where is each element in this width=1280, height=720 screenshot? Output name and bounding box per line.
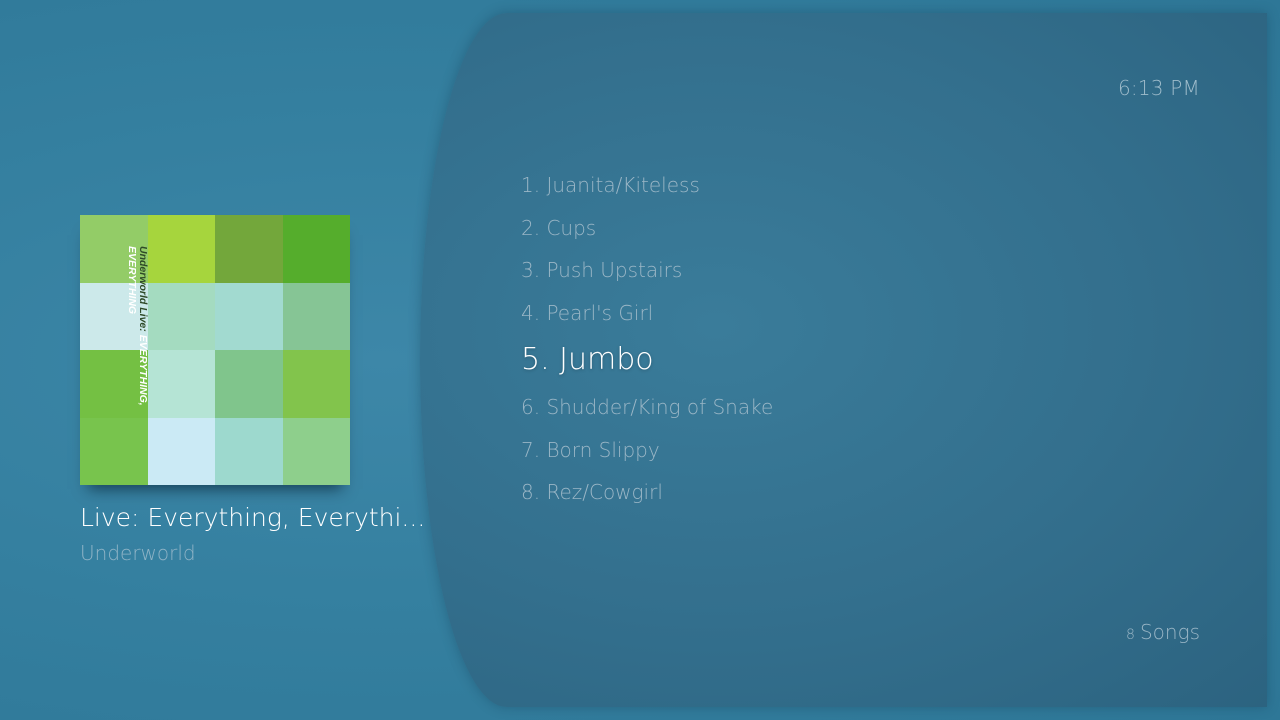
album-title: Live: Everything, Everythi... <box>80 503 426 532</box>
album-cover-art <box>80 215 350 485</box>
cover-tile <box>80 417 148 485</box>
cover-tile <box>215 282 283 350</box>
cover-tile <box>147 282 215 350</box>
cover-tile <box>215 350 283 418</box>
track-item[interactable]: 7. Born Slippy <box>521 435 773 478</box>
cover-tile <box>147 215 215 283</box>
cover-tile <box>147 350 215 418</box>
cover-tile <box>282 215 350 283</box>
cover-tile <box>215 417 283 485</box>
song-count-label: Songs <box>1139 620 1200 644</box>
track-item[interactable]: 4. Pearl's Girl <box>521 298 773 341</box>
track-item[interactable]: 8. Rez/Cowgirl <box>521 477 773 520</box>
track-item-selected[interactable]: 5. Jumbo <box>521 338 773 392</box>
cover-tile <box>282 282 350 350</box>
cover-tile <box>147 417 215 485</box>
artist-name: Underworld <box>80 541 196 565</box>
cover-text-line1: Underworld Live: <box>137 246 149 335</box>
album-cover <box>80 215 350 485</box>
track-item[interactable]: 1. Juanita/Kiteless <box>521 170 773 213</box>
cover-tile <box>282 350 350 418</box>
track-list: 1. Juanita/Kiteless 2. Cups 3. Push Upst… <box>521 170 773 520</box>
song-count-number: 8 <box>1125 627 1135 643</box>
cover-text-line2: EVERYTHING <box>126 246 138 315</box>
cover-tile <box>282 417 350 485</box>
cover-text-line1-caps: EVERYTHING, <box>137 334 149 406</box>
track-item[interactable]: 2. Cups <box>521 213 773 256</box>
track-item[interactable]: 3. Push Upstairs <box>521 255 773 298</box>
song-count: 8 Songs <box>1126 620 1200 644</box>
track-item[interactable]: 6. Shudder/King of Snake <box>521 392 773 435</box>
clock: 6:13 PM <box>1118 76 1200 100</box>
album-cover-lettering: Underworld Live: EVERYTHING, EVERYTHING <box>126 246 149 406</box>
cover-tile <box>215 215 283 283</box>
